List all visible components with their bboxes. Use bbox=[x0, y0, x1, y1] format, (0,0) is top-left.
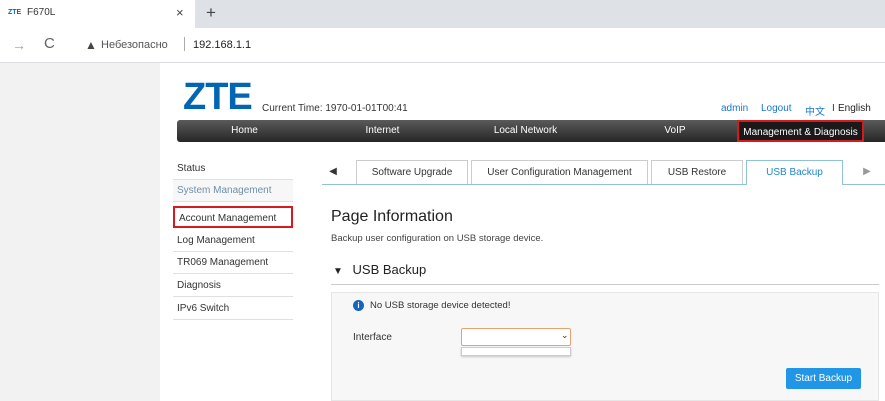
zte-favicon: ZTE bbox=[8, 9, 22, 16]
new-tab-icon[interactable]: + bbox=[206, 3, 216, 23]
menu-internet[interactable]: Internet bbox=[330, 120, 435, 142]
menu-management-diagnosis[interactable]: Management & Diagnosis bbox=[737, 120, 864, 142]
url-text[interactable]: 192.168.1.1 bbox=[193, 39, 251, 51]
language-english-link[interactable]: English bbox=[838, 103, 871, 114]
tab-usb-restore[interactable]: USB Restore bbox=[651, 160, 743, 184]
language-separator: I bbox=[832, 103, 835, 114]
forward-arrow-icon[interactable]: → bbox=[12, 37, 26, 53]
username-link[interactable]: admin bbox=[721, 103, 748, 114]
tab-software-upgrade[interactable]: Software Upgrade bbox=[356, 160, 468, 184]
no-usb-message: No USB storage device detected! bbox=[370, 300, 511, 311]
chevron-down-icon[interactable]: ⌄ bbox=[561, 330, 569, 341]
tab-user-configuration-management[interactable]: User Configuration Management bbox=[471, 160, 648, 184]
reload-icon[interactable]: C bbox=[44, 35, 55, 52]
sidebar-item-tr069-management[interactable]: TR069 Management bbox=[173, 252, 293, 274]
page-title: Page Information bbox=[331, 208, 453, 225]
left-margin bbox=[0, 63, 160, 401]
sidebar-item-diagnosis[interactable]: Diagnosis bbox=[173, 275, 293, 297]
current-time: Current Time: 1970-01-01T00:41 bbox=[262, 103, 408, 114]
sidebar-item-status[interactable]: Status bbox=[173, 158, 293, 180]
sidebar-item-log-management[interactable]: Log Management bbox=[173, 230, 293, 252]
tab-title: F670L bbox=[27, 7, 56, 18]
close-tab-icon[interactable]: × bbox=[176, 5, 184, 20]
section-divider bbox=[331, 284, 879, 285]
usb-backup-section-header[interactable]: ▼ USB Backup bbox=[333, 262, 426, 277]
interface-label: Interface bbox=[353, 332, 392, 343]
zte-logo: ZTE bbox=[183, 76, 253, 118]
logout-link[interactable]: Logout bbox=[761, 103, 792, 114]
address-separator bbox=[184, 37, 185, 51]
warning-icon[interactable]: ▲ bbox=[85, 38, 97, 52]
tab-prev-arrow-icon[interactable]: ◀ bbox=[322, 160, 344, 184]
info-icon: i bbox=[353, 300, 364, 311]
interface-dropdown-list[interactable] bbox=[461, 347, 571, 356]
interface-select[interactable] bbox=[461, 328, 571, 346]
section-title: USB Backup bbox=[352, 262, 427, 277]
tab-usb-backup[interactable]: USB Backup bbox=[746, 160, 843, 185]
language-chinese-link[interactable]: 中文 bbox=[805, 103, 825, 118]
insecure-label[interactable]: Небезопасно bbox=[101, 39, 168, 51]
sidebar-item-ipv6-switch[interactable]: IPv6 Switch bbox=[173, 298, 293, 320]
menu-local-network[interactable]: Local Network bbox=[468, 120, 583, 142]
start-backup-button[interactable]: Start Backup bbox=[786, 368, 861, 389]
sidebar-item-system-management[interactable]: System Management bbox=[173, 180, 293, 202]
collapse-triangle-icon: ▼ bbox=[333, 266, 343, 277]
sidebar-item-account-management[interactable]: Account Management bbox=[173, 206, 293, 228]
menu-voip[interactable]: VoIP bbox=[640, 120, 710, 142]
menu-home[interactable]: Home bbox=[177, 120, 312, 142]
tab-next-arrow-icon[interactable]: ▶ bbox=[858, 160, 876, 184]
sub-tab-strip: ◀ Software Upgrade User Configuration Ma… bbox=[322, 160, 885, 185]
page-description: Backup user configuration on USB storage… bbox=[331, 233, 544, 244]
